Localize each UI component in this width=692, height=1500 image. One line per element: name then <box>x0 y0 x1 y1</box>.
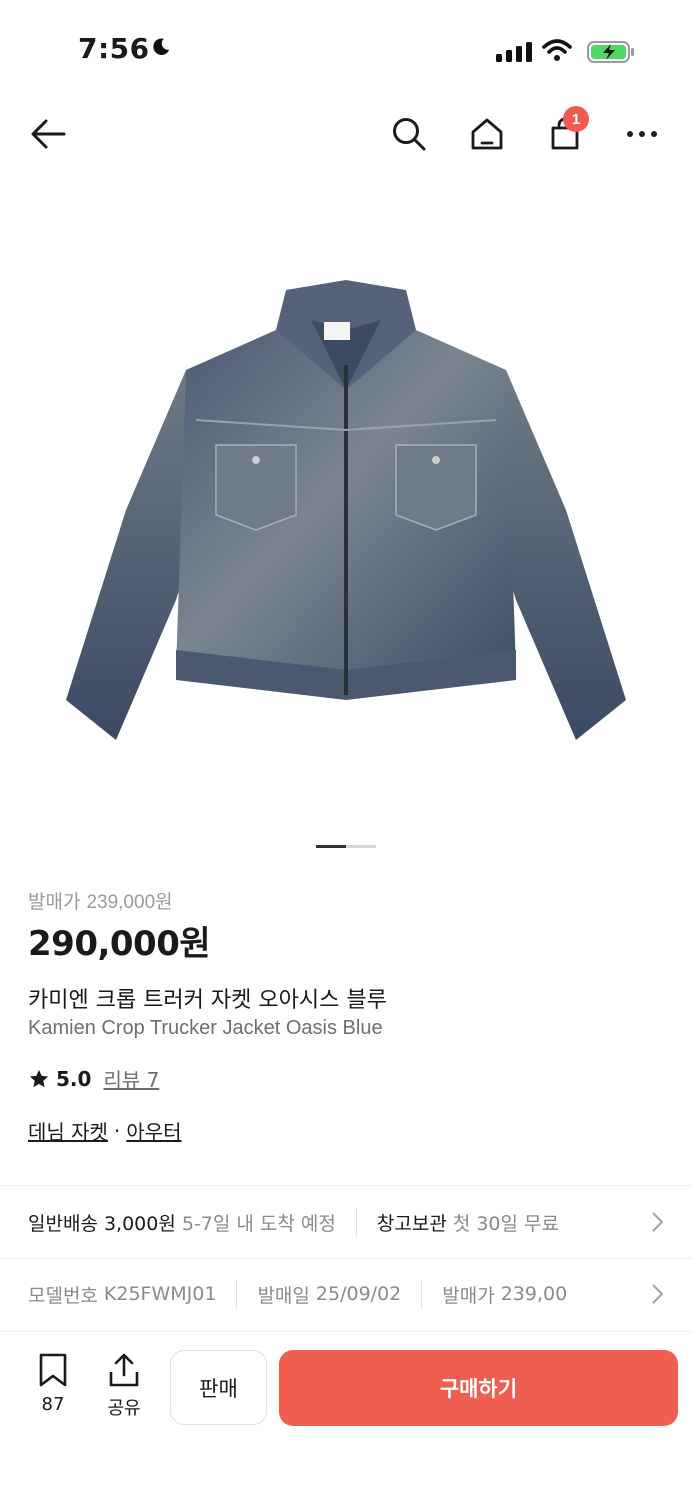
category-outer[interactable]: 아우터 <box>126 1116 181 1145</box>
warehouse-label: 창고보관 <box>376 1212 447 1235</box>
product-meta-row[interactable]: 모델번호 K25FWMJ01 발매일 25/09/02 발매가 239,00 <box>0 1259 692 1329</box>
status-bar: 7:56 <box>0 0 692 100</box>
separator <box>421 1280 423 1308</box>
wifi-icon <box>542 39 572 61</box>
product-image[interactable] <box>0 200 692 840</box>
bookmark-button[interactable]: 87 <box>29 1352 77 1415</box>
chevron-right-icon <box>652 1212 664 1232</box>
home-icon <box>471 118 503 150</box>
share-label: 공유 <box>107 1398 141 1419</box>
standard-shipping-eta: 5-7일 내 도착 예정 <box>181 1212 336 1235</box>
bottom-action-bar: 87 공유 판매 구매하기 <box>0 1331 692 1500</box>
search-button[interactable] <box>385 110 433 158</box>
model-number-label: 모델번호 <box>28 1284 98 1307</box>
separator <box>355 1208 357 1236</box>
release-price-label: 발매가 <box>28 892 81 913</box>
denim-jacket-image <box>66 280 626 740</box>
meta-release-price-value: 239,00 <box>500 1283 568 1305</box>
share-button[interactable]: 공유 <box>100 1352 148 1420</box>
cellular-signal-icon <box>496 42 532 62</box>
buy-button[interactable]: 구매하기 <box>279 1350 678 1426</box>
release-price-value: 239,000원 <box>86 892 173 913</box>
category-denim-jacket[interactable]: 데님 자켓 <box>28 1116 108 1145</box>
moon-icon <box>153 38 170 55</box>
cart-button[interactable]: 1 <box>541 106 589 158</box>
top-nav: 1 <box>0 100 692 170</box>
sell-button[interactable]: 판매 <box>170 1350 267 1425</box>
home-button[interactable] <box>463 110 511 158</box>
search-icon <box>393 118 426 151</box>
more-button[interactable] <box>618 110 666 158</box>
release-date-label: 발매일 <box>257 1284 310 1307</box>
status-time: 7:56 <box>78 32 150 65</box>
meta-release-price-label: 발매가 <box>442 1284 495 1307</box>
bookmark-count: 87 <box>41 1394 65 1415</box>
bookmark-icon <box>39 1353 67 1387</box>
shipping-info-row[interactable]: 일반배송 3,000원 5-7일 내 도착 예정 창고보관 첫 30일 무료 <box>0 1186 692 1258</box>
product-title-en: Kamien Crop Trucker Jacket Oasis Blue <box>28 1017 383 1039</box>
rating: 5.0 리뷰 7 <box>28 1064 159 1093</box>
back-button[interactable] <box>24 110 72 158</box>
reviews-link[interactable]: 리뷰 7 <box>103 1064 159 1093</box>
battery-charging-icon <box>587 41 634 63</box>
carousel-dot <box>346 845 376 848</box>
back-arrow-icon <box>31 119 66 149</box>
warehouse-detail: 첫 30일 무료 <box>452 1212 559 1235</box>
separator <box>236 1280 238 1308</box>
release-price: 발매가 239,000원 <box>28 887 173 914</box>
share-icon <box>109 1353 139 1387</box>
more-icon <box>627 131 657 137</box>
standard-shipping-label: 일반배송 3,000원 <box>28 1212 176 1235</box>
chevron-right-icon <box>650 1283 664 1305</box>
product-title-ko: 카미엔 크롭 트러커 자켓 오아시스 블루 <box>28 988 387 1013</box>
current-price: 290,000원 <box>28 924 211 964</box>
carousel-dot-active <box>316 845 346 848</box>
rating-score: 5.0 <box>56 1066 92 1091</box>
category-links: 데님 자켓 · 아우터 <box>28 1116 182 1145</box>
carousel-indicator <box>316 845 376 848</box>
release-date-value: 25/09/02 <box>315 1283 402 1305</box>
model-number-value: K25FWMJ01 <box>103 1283 217 1305</box>
cart-badge: 1 <box>563 106 589 132</box>
category-separator: · <box>113 1118 121 1143</box>
star-icon <box>29 1069 49 1087</box>
